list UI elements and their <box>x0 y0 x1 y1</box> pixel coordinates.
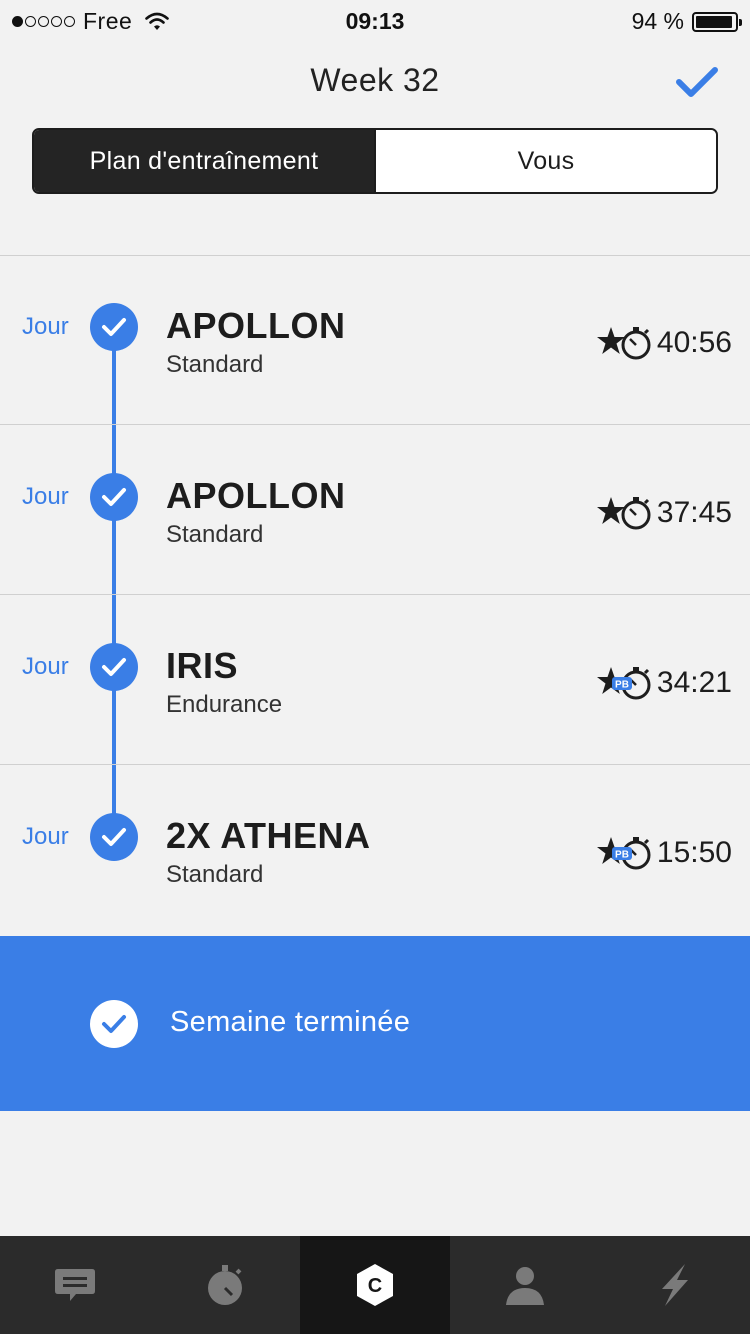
status-right: 94 % <box>631 8 742 35</box>
workout-name: 2X ATHENA <box>166 815 371 856</box>
workout-name: APOLLON <box>166 475 346 516</box>
svg-text:PB: PB <box>615 680 629 691</box>
workout-list: Jour APOLLON Standard 40:56 Jour APOLLON… <box>0 255 750 935</box>
stopwatch-icon <box>208 1265 242 1305</box>
time-value: 15:50 <box>656 836 732 869</box>
day-label: Jour <box>22 483 69 510</box>
done-check-icon[interactable] <box>676 66 718 98</box>
svg-text:C: C <box>368 1275 382 1297</box>
star-stopwatch-icon <box>596 327 651 360</box>
week-completed-banner[interactable]: Semaine terminée <box>0 936 750 1111</box>
record-time: PB 34:21 <box>595 663 732 703</box>
workout-row[interactable]: Jour 2X ATHENA Standard PB 15:50 <box>0 765 750 935</box>
star-stopwatch-icon <box>596 497 651 530</box>
tab-coach[interactable]: C <box>300 1236 450 1334</box>
battery-icon <box>692 11 742 32</box>
workout-type: Standard <box>166 521 264 548</box>
chat-icon <box>55 1269 95 1301</box>
personal-best-stopwatch-icon: PB <box>596 667 651 700</box>
record-time: PB 15:50 <box>595 833 732 873</box>
tab-you[interactable]: Vous <box>374 130 716 192</box>
workout-type: Standard <box>166 351 264 378</box>
time-value: 37:45 <box>656 496 732 529</box>
workout-row[interactable]: Jour APOLLON Standard 40:56 <box>0 255 750 425</box>
record-time: 37:45 <box>595 493 732 533</box>
profile-icon <box>506 1267 544 1305</box>
tab-feed[interactable] <box>0 1236 150 1334</box>
week-completed-label: Semaine terminée <box>170 1006 411 1038</box>
day-label: Jour <box>22 653 69 680</box>
status-bar: Free 09:13 94 % <box>0 0 750 40</box>
personal-best-stopwatch-icon: PB <box>596 837 651 870</box>
record-time: 40:56 <box>595 323 732 363</box>
completed-check-icon <box>90 303 138 351</box>
page-title: Week 32 <box>310 62 440 98</box>
freeletics-logo-icon: C <box>357 1264 393 1306</box>
tab-training-plan[interactable]: Plan d'entraînement <box>34 130 374 192</box>
day-label: Jour <box>22 313 69 340</box>
lightning-icon <box>662 1264 688 1306</box>
tab-workouts[interactable] <box>150 1236 300 1334</box>
battery-percent: 94 % <box>631 8 684 34</box>
completed-check-icon <box>90 813 138 861</box>
workout-name: APOLLON <box>166 305 346 346</box>
completed-check-icon <box>90 1000 138 1048</box>
tab-explore[interactable] <box>600 1236 750 1334</box>
svg-text:PB: PB <box>615 850 629 861</box>
workout-type: Standard <box>166 861 264 888</box>
time-value: 34:21 <box>656 666 732 699</box>
workout-row[interactable]: Jour APOLLON Standard 37:45 <box>0 425 750 595</box>
segmented-control: Plan d'entraînement Vous <box>32 128 718 194</box>
workout-type: Endurance <box>166 691 283 718</box>
workout-name: IRIS <box>166 645 239 686</box>
completed-check-icon <box>90 643 138 691</box>
time-value: 40:56 <box>656 326 732 359</box>
day-label: Jour <box>22 823 69 850</box>
tab-bar: C <box>0 1236 750 1334</box>
workout-row[interactable]: Jour IRIS Endurance PB 34:21 <box>0 595 750 765</box>
tab-profile[interactable] <box>450 1236 600 1334</box>
completed-check-icon <box>90 473 138 521</box>
